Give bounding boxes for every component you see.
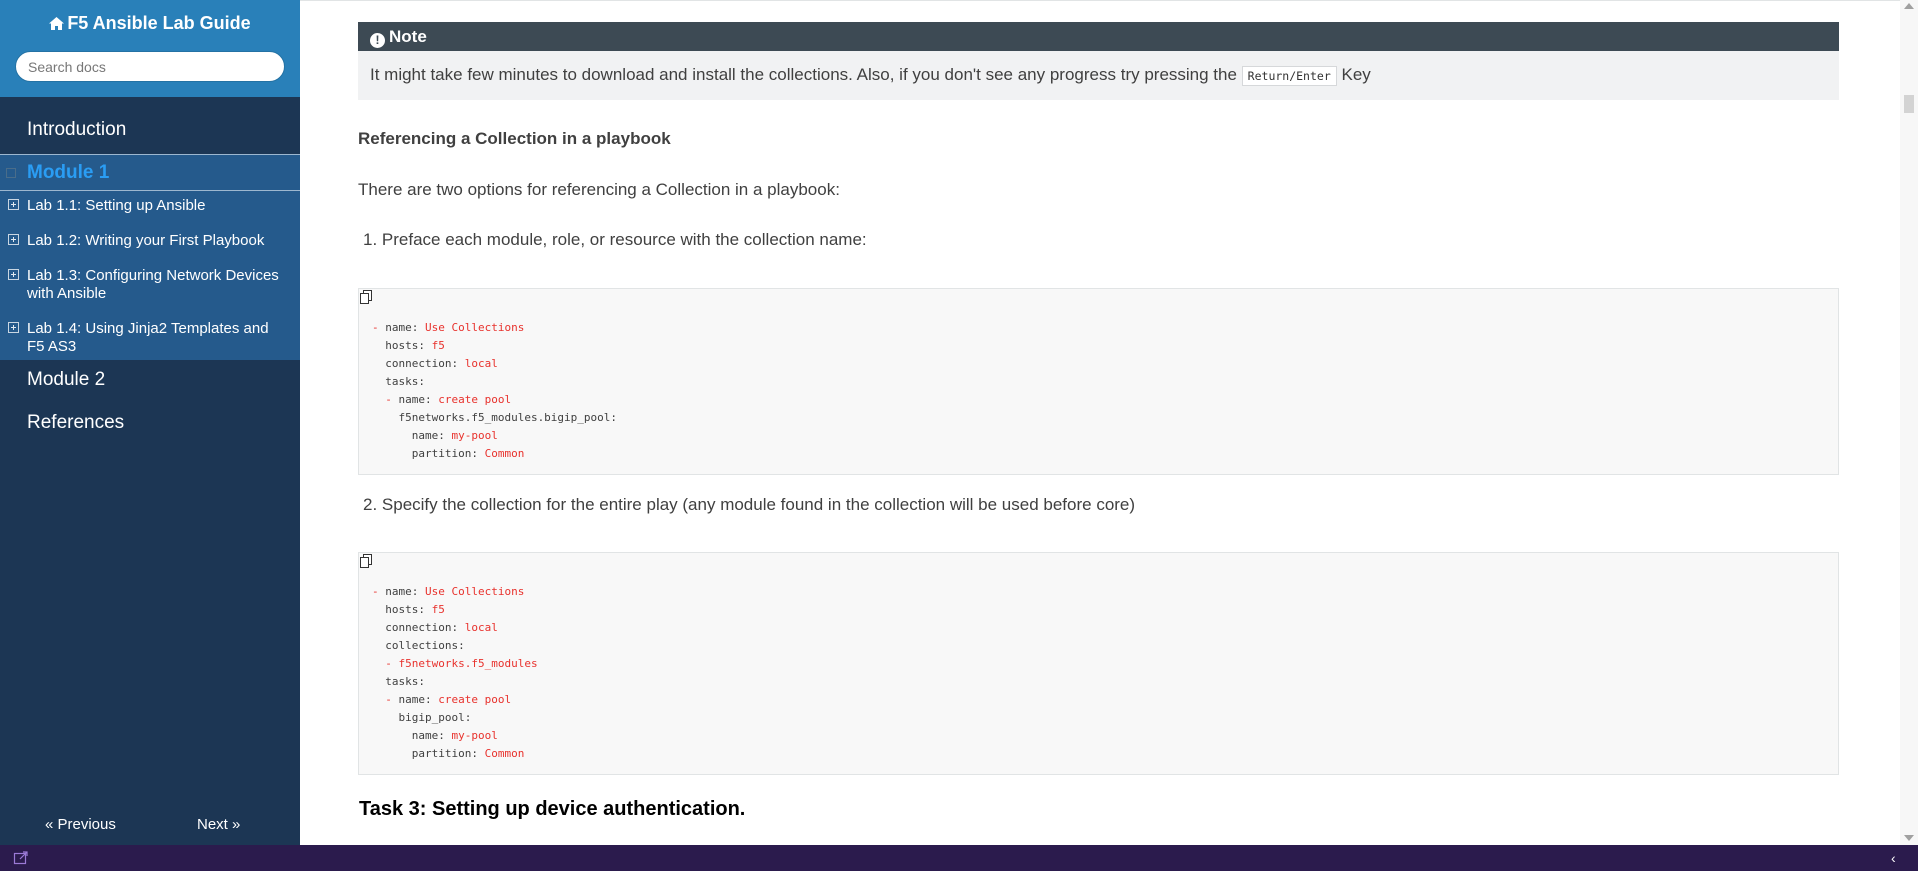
nav-lab-label: Lab 1.1: Setting up Ansible xyxy=(27,197,206,214)
nav-lab-1-1[interactable]: Lab 1.1: Setting up Ansible xyxy=(0,195,300,217)
copy-icon[interactable] xyxy=(360,290,372,304)
intro-paragraph: There are two options for referencing a … xyxy=(358,180,840,199)
expand-icon[interactable] xyxy=(8,322,19,333)
scroll-thumb[interactable] xyxy=(1904,95,1914,113)
expand-icon[interactable] xyxy=(8,234,19,245)
option-1-text: 1. Preface each module, role, or resourc… xyxy=(363,230,867,249)
nav-lab-label: Lab 1.4: Using Jinja2 Templates and F5 A… xyxy=(27,320,269,355)
chevron-left-icon[interactable]: ‹ xyxy=(1891,851,1903,865)
option-2-text: 2. Specify the collection for the entire… xyxy=(363,495,1136,514)
nav-module2[interactable]: Module 2 xyxy=(0,360,300,400)
task-heading: Task 3: Setting up device authentication… xyxy=(359,798,746,820)
nav-lab-1-4[interactable]: Lab 1.4: Using Jinja2 Templates and F5 A… xyxy=(0,318,300,358)
nav-lab-1-2[interactable]: Lab 1.2: Writing your First Playbook xyxy=(0,230,300,252)
note-text: It might take few minutes to download an… xyxy=(370,65,1237,84)
note-body: It might take few minutes to download an… xyxy=(358,51,1839,99)
note-text-after: Key xyxy=(1341,65,1371,84)
info-circle-icon: ! xyxy=(370,33,385,48)
sidebar: F5 Ansible Lab Guide Introduction Module… xyxy=(0,0,300,845)
home-icon xyxy=(49,17,65,30)
bottom-bar: ‹ xyxy=(0,845,1918,871)
scroll-up-arrow-icon[interactable] xyxy=(1904,3,1914,9)
module1-children: Lab 1.1: Setting up Ansible Lab 1.2: Wri… xyxy=(0,191,300,360)
previous-button[interactable]: « Previous xyxy=(45,816,116,833)
external-link-icon[interactable] xyxy=(13,851,29,865)
collapse-icon[interactable] xyxy=(6,168,16,178)
note-header: ! Note xyxy=(358,22,1839,51)
code-text-2: - name: Use Collections hosts: f5 connec… xyxy=(372,585,538,760)
copy-icon[interactable] xyxy=(360,554,372,568)
site-title-text: F5 Ansible Lab Guide xyxy=(67,13,251,33)
note-admonition: ! Note It might take few minutes to downl… xyxy=(358,22,1839,100)
expand-icon[interactable] xyxy=(8,199,19,210)
nav-introduction[interactable]: Introduction xyxy=(0,110,300,150)
nav-lab-label: Lab 1.3: Configuring Network Devices wit… xyxy=(27,267,279,302)
code-text-1: - name: Use Collections hosts: f5 connec… xyxy=(372,321,618,460)
vertical-scrollbar[interactable] xyxy=(1900,0,1918,845)
main-content: ! Note It might take few minutes to downl… xyxy=(300,0,1900,846)
site-title[interactable]: F5 Ansible Lab Guide xyxy=(0,13,300,34)
nav-lab-1-3[interactable]: Lab 1.3: Configuring Network Devices wit… xyxy=(0,265,300,305)
key-code: Return/Enter xyxy=(1241,66,1337,86)
code-block-2: - name: Use Collections hosts: f5 connec… xyxy=(358,552,1839,775)
code-block-1: - name: Use Collections hosts: f5 connec… xyxy=(358,288,1839,475)
note-title: Note xyxy=(389,27,427,46)
scroll-down-arrow-icon[interactable] xyxy=(1904,835,1914,841)
section-subheading: Referencing a Collection in a playbook xyxy=(358,129,671,148)
sidebar-header: F5 Ansible Lab Guide xyxy=(0,0,300,97)
nav-lab-label: Lab 1.2: Writing your First Playbook xyxy=(27,232,265,249)
expand-icon[interactable] xyxy=(8,269,19,280)
nav-references[interactable]: References xyxy=(0,400,300,446)
nav-module1-label: Module 1 xyxy=(27,162,110,183)
nav-module1[interactable]: Module 1 xyxy=(0,154,300,191)
next-button[interactable]: Next » xyxy=(197,816,240,833)
search-input[interactable] xyxy=(15,51,285,82)
pager: « Previous Next » xyxy=(0,816,300,836)
